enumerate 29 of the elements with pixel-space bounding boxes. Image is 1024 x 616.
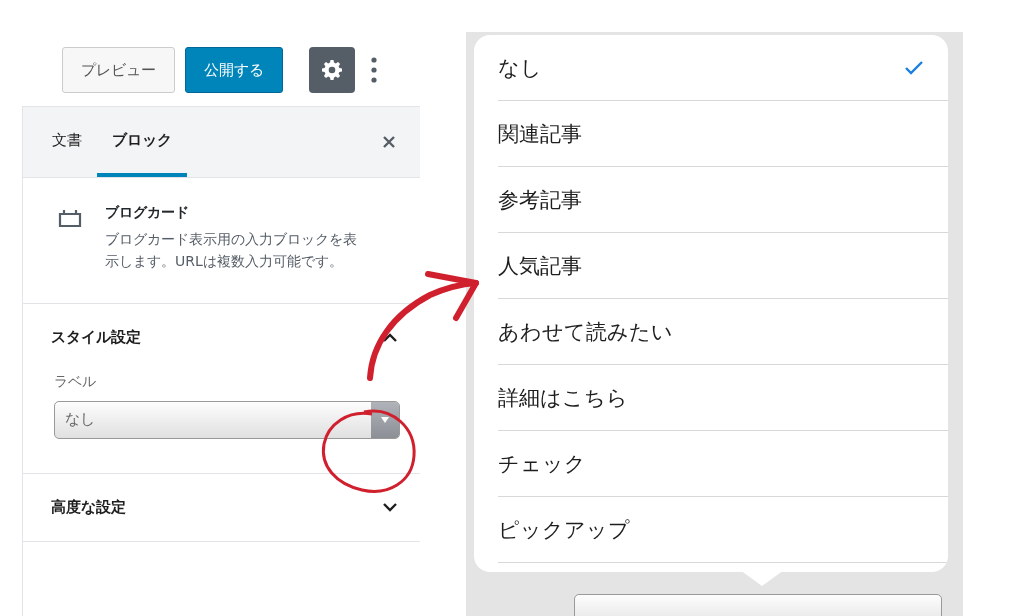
field-label: ラベル: [54, 372, 97, 391]
select-value: なし: [64, 408, 96, 430]
settings-button[interactable]: [309, 47, 355, 93]
chevron-up-icon: [382, 332, 398, 343]
block-icon: [57, 208, 83, 228]
dropdown-option[interactable]: 人気記事: [498, 233, 948, 299]
publish-button[interactable]: 公開する: [185, 47, 283, 93]
dropdown-option[interactable]: なし: [498, 35, 948, 101]
panel-header[interactable]: スタイル設定: [23, 303, 420, 371]
panel-title: スタイル設定: [51, 327, 141, 347]
settings-icon: [321, 59, 343, 81]
close-icon: [382, 135, 396, 149]
dropdown-option[interactable]: 詳細はこちら: [498, 365, 948, 431]
block-title: ブログカード: [105, 204, 190, 222]
more-vertical-icon: [371, 57, 377, 83]
dropdown-option[interactable]: 関連記事: [498, 101, 948, 167]
dropdown-option[interactable]: チェック: [498, 431, 948, 497]
preview-button[interactable]: プレビュー: [62, 47, 175, 93]
block-description: ブログカード表示用の入力ブロックを表示します。URLは複数入力可能です。: [105, 230, 358, 272]
dropdown-option[interactable]: ピックアップ: [498, 497, 948, 563]
dropdown-option[interactable]: 参考記事: [498, 167, 948, 233]
select-field[interactable]: なし: [54, 400, 400, 439]
dropdown-option[interactable]: あわせて読みたい: [498, 299, 948, 365]
panel-header[interactable]: 高度な設定: [23, 473, 420, 541]
sidebar-tab[interactable]: 文書: [37, 107, 97, 177]
chevron-down-icon: [382, 502, 398, 513]
dropdown-arrow-icon: [380, 415, 390, 424]
panel-title: 高度な設定: [51, 497, 126, 517]
sidebar-tab[interactable]: ブロック: [97, 107, 187, 177]
